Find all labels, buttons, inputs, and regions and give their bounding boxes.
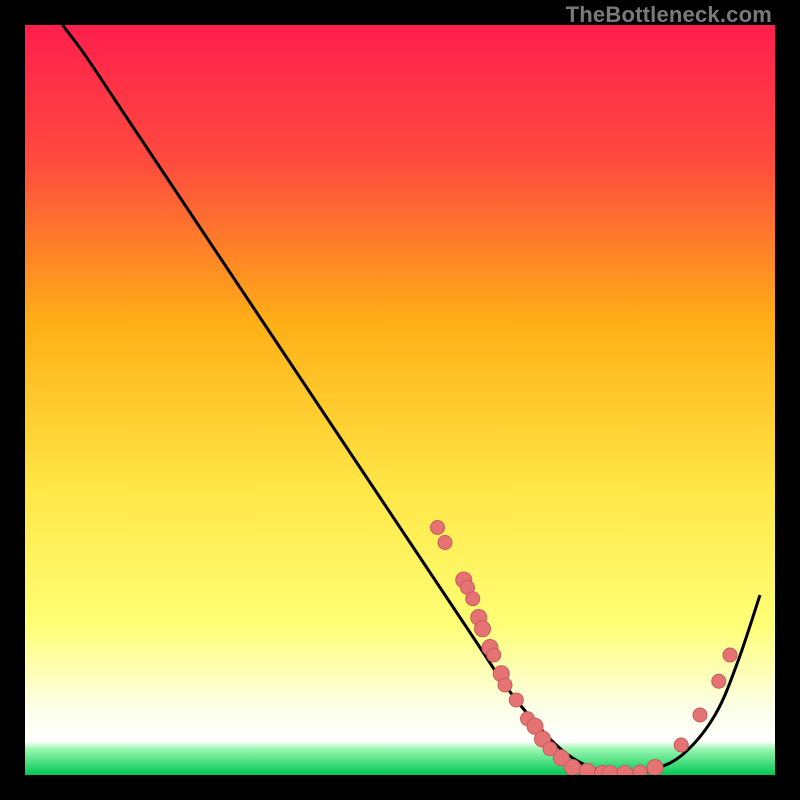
data-point [498, 678, 512, 692]
chart-frame [25, 25, 775, 775]
data-point [674, 738, 688, 752]
data-point [693, 708, 707, 722]
data-point [647, 760, 663, 776]
data-point [438, 536, 452, 550]
data-point [487, 648, 501, 662]
data-point [712, 674, 726, 688]
data-point [431, 521, 445, 535]
data-point [475, 621, 491, 637]
data-point [565, 760, 581, 776]
bottleneck-chart [25, 25, 775, 775]
data-point [580, 763, 596, 775]
data-point [723, 648, 737, 662]
data-point [466, 592, 480, 606]
gradient-background [25, 25, 775, 775]
data-point [633, 765, 647, 775]
data-point [509, 693, 523, 707]
